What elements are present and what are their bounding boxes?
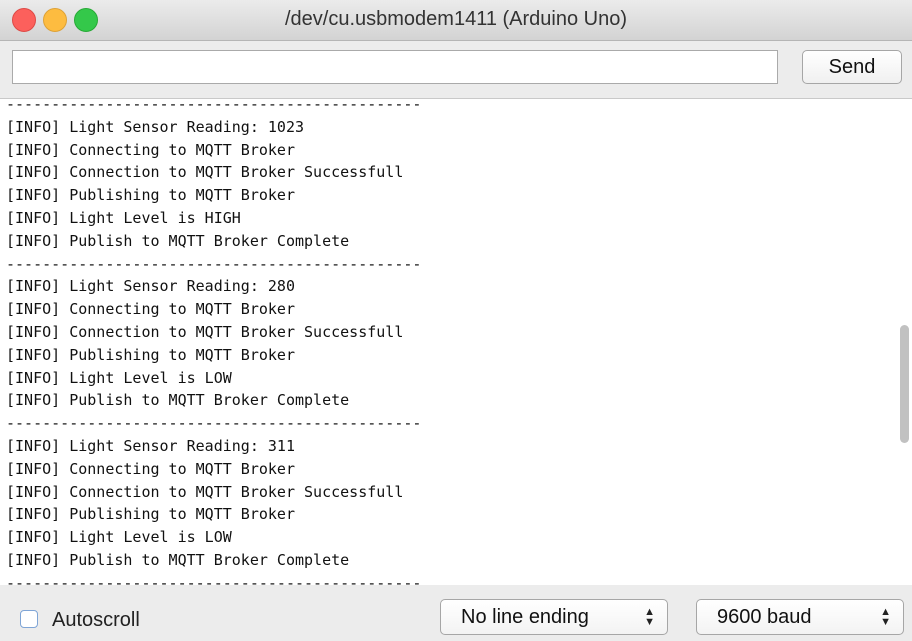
send-bar: Send: [0, 41, 912, 96]
title-bar[interactable]: /dev/cu.usbmodem1411 (Arduino Uno): [0, 0, 912, 41]
log-separator: ----------------------------------------…: [6, 254, 422, 273]
log-separator: ----------------------------------------…: [6, 573, 422, 586]
baud-rate-value: 9600 baud: [717, 606, 812, 628]
log-line: [INFO] Light Level is HIGH: [6, 208, 241, 227]
updown-chevron-icon: ▲ ▼: [644, 606, 655, 628]
log-line: [INFO] Publish to MQTT Broker Complete: [6, 550, 350, 569]
serial-output-lines: ----------------------------------------…: [6, 98, 892, 586]
log-line: [INFO] Connecting to MQTT Broker: [6, 140, 295, 159]
footer-bar: Autoscroll No line ending ▲ ▼ 9600 baud ▲…: [0, 585, 912, 641]
serial-monitor-window: /dev/cu.usbmodem1411 (Arduino Uno) Send …: [0, 0, 912, 641]
log-line: [INFO] Connection to MQTT Broker Success…: [6, 163, 404, 182]
updown-chevron-icon: ▲ ▼: [880, 606, 891, 628]
log-line: [INFO] Light Level is LOW: [6, 528, 232, 547]
log-line: [INFO] Light Sensor Reading: 1023: [6, 117, 305, 136]
log-line: [INFO] Light Sensor Reading: 280: [6, 277, 295, 296]
log-line: [INFO] Publish to MQTT Broker Complete: [6, 231, 350, 250]
log-line: [INFO] Publish to MQTT Broker Complete: [6, 391, 350, 410]
autoscroll-label[interactable]: Autoscroll: [52, 609, 140, 632]
log-line: [INFO] Publishing to MQTT Broker: [6, 345, 295, 364]
log-line: [INFO] Publishing to MQTT Broker: [6, 505, 295, 524]
vertical-scrollbar-thumb[interactable]: [900, 325, 909, 443]
serial-output[interactable]: ----------------------------------------…: [0, 98, 912, 586]
log-line: [INFO] Connecting to MQTT Broker: [6, 459, 295, 478]
log-line: [INFO] Light Sensor Reading: 311: [6, 436, 295, 455]
send-button[interactable]: Send: [802, 50, 902, 84]
log-separator: ----------------------------------------…: [6, 98, 422, 113]
window-title: /dev/cu.usbmodem1411 (Arduino Uno): [284, 8, 628, 30]
log-line: [INFO] Connection to MQTT Broker Success…: [6, 322, 404, 341]
log-line: [INFO] Publishing to MQTT Broker: [6, 186, 295, 205]
baud-rate-select[interactable]: 9600 baud ▲ ▼: [696, 599, 904, 635]
log-separator: ----------------------------------------…: [6, 414, 422, 433]
line-ending-select[interactable]: No line ending ▲ ▼: [440, 599, 668, 635]
autoscroll-checkbox[interactable]: [20, 610, 38, 628]
serial-input[interactable]: [12, 50, 778, 84]
log-line: [INFO] Light Level is LOW: [6, 368, 232, 387]
log-line: [INFO] Connection to MQTT Broker Success…: [6, 482, 404, 501]
line-ending-value: No line ending: [461, 606, 589, 628]
log-line: [INFO] Connecting to MQTT Broker: [6, 300, 295, 319]
